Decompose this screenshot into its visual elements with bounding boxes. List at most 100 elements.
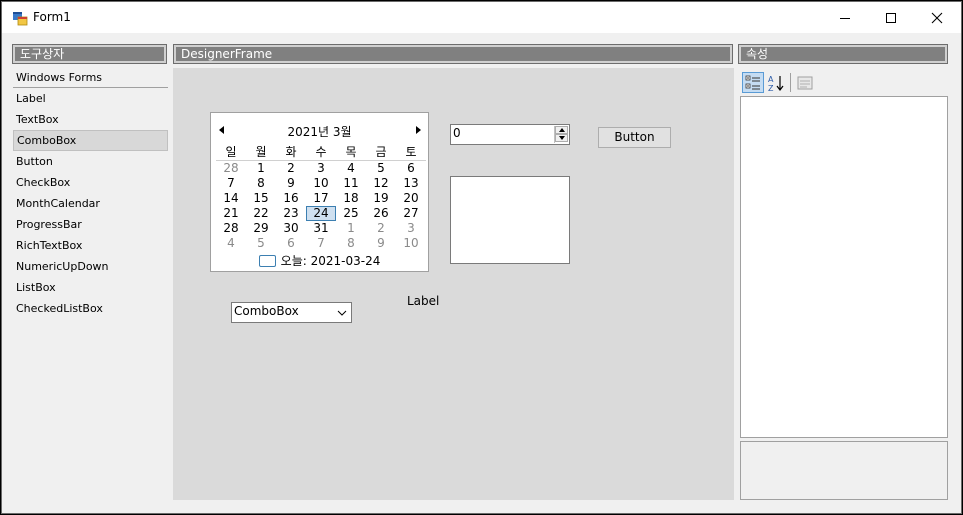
maximize-button[interactable] — [868, 2, 914, 33]
calendar-day[interactable]: 7 — [306, 236, 336, 251]
designer-header: DesignerFrame — [173, 44, 733, 64]
toolbox-item[interactable]: TextBox — [13, 109, 168, 130]
calendar-day[interactable]: 19 — [366, 191, 396, 206]
calendar-day[interactable]: 20 — [396, 191, 426, 206]
toolbox-item[interactable]: CheckedListBox — [13, 298, 168, 319]
toolbox-item[interactable]: NumericUpDown — [13, 256, 168, 277]
calendar-weekday-row: 일월화수목금토 — [216, 145, 426, 161]
calendar-day[interactable]: 16 — [276, 191, 306, 206]
property-grid[interactable] — [740, 96, 948, 438]
categorized-button[interactable] — [742, 72, 764, 93]
property-pages-button[interactable] — [794, 72, 816, 93]
calendar-day[interactable]: 3 — [306, 161, 336, 176]
svg-text:Z: Z — [768, 84, 774, 92]
calendar-day[interactable]: 9 — [366, 236, 396, 251]
toolbox-item[interactable]: Button — [13, 151, 168, 172]
calendar-day[interactable]: 5 — [246, 236, 276, 251]
title-bar[interactable]: Form1 — [2, 2, 961, 33]
numeric-value[interactable]: 0 — [453, 126, 461, 140]
minimize-icon — [840, 17, 850, 19]
alphabetical-button[interactable]: A Z — [765, 72, 787, 93]
numeric-updown[interactable]: 0 — [450, 124, 570, 145]
calendar-day[interactable]: 6 — [396, 161, 426, 176]
month-calendar[interactable]: 2021년 3월 일월화수목금토 28 1 2 3 4 5 6 7 8 9 10 11 12 13 14 15… — [210, 112, 429, 272]
property-description-pane — [740, 441, 948, 500]
calendar-today[interactable]: 오늘: 2021-03-24 — [211, 252, 428, 269]
calendar-day[interactable]: 1 — [246, 161, 276, 176]
window-title: Form1 — [33, 10, 71, 24]
toolbox-item[interactable]: RichTextBox — [13, 235, 168, 256]
calendar-day[interactable]: 22 — [246, 206, 276, 221]
calendar-day[interactable]: 7 — [216, 176, 246, 191]
calendar-day[interactable]: 2 — [366, 221, 396, 236]
calendar-day[interactable]: 28 — [216, 161, 246, 176]
calendar-day[interactable]: 25 — [336, 206, 366, 221]
calendar-weekday: 목 — [345, 145, 357, 159]
toolbox-item[interactable]: ListBox — [13, 277, 168, 298]
minimize-button[interactable] — [822, 2, 868, 33]
calendar-day[interactable]: 28 — [216, 221, 246, 236]
calendar-day[interactable]: 26 — [366, 206, 396, 221]
calendar-today-text: 오늘: 2021-03-24 — [280, 254, 381, 268]
calendar-day[interactable]: 29 — [246, 221, 276, 236]
form-label[interactable]: Label — [407, 294, 439, 308]
calendar-day[interactable]: 9 — [276, 176, 306, 191]
close-button[interactable] — [914, 2, 960, 33]
form-button[interactable]: Button — [598, 127, 671, 148]
calendar-day[interactable]: 8 — [336, 236, 366, 251]
arrow-up-icon — [558, 128, 565, 132]
combo-box[interactable]: ComboBox — [231, 302, 352, 323]
toolbox-item[interactable]: Label — [13, 88, 168, 109]
close-icon — [931, 12, 943, 23]
calendar-day[interactable]: 3 — [396, 221, 426, 236]
toolbox-item[interactable]: CheckBox — [13, 172, 168, 193]
spin-up-button[interactable] — [555, 126, 568, 134]
calendar-weekday: 일 — [225, 145, 237, 159]
calendar-day[interactable]: 6 — [276, 236, 306, 251]
calendar-day[interactable]: 23 — [276, 206, 306, 221]
calendar-day[interactable]: 10 — [396, 236, 426, 251]
toolbox-item[interactable]: ProgressBar — [13, 214, 168, 235]
calendar-grid: 일월화수목금토 28 1 2 3 4 5 6 7 8 9 10 11 12 13 14 15 16 17 18 19 2… — [216, 145, 426, 251]
calendar-month-title[interactable]: 2021년 3월 — [211, 123, 428, 140]
combo-box-value: ComboBox — [234, 304, 299, 318]
numeric-spin-buttons[interactable] — [554, 126, 568, 143]
calendar-day[interactable]: 10 — [306, 176, 336, 191]
toolbox-panel: Windows Forms Label TextBox ComboBox Button… — [13, 68, 168, 319]
calendar-day[interactable]: 21 — [216, 206, 246, 221]
calendar-week-row: 14 15 16 17 18 19 20 — [216, 191, 426, 206]
chevron-down-icon[interactable] — [337, 308, 347, 318]
arrow-down-icon — [558, 136, 565, 140]
calendar-day[interactable]: 2 — [276, 161, 306, 176]
toolbox-group-title[interactable]: Windows Forms — [13, 68, 168, 88]
calendar-weekday: 월 — [255, 145, 267, 159]
calendar-day[interactable]: 18 — [336, 191, 366, 206]
calendar-day[interactable]: 4 — [216, 236, 246, 251]
calendar-day[interactable]: 8 — [246, 176, 276, 191]
calendar-weekday: 금 — [375, 145, 387, 159]
calendar-week-row: 7 8 9 10 11 12 13 — [216, 176, 426, 191]
calendar-day[interactable]: 31 — [306, 221, 336, 236]
calendar-day[interactable]: 30 — [276, 221, 306, 236]
list-box[interactable] — [450, 176, 570, 264]
calendar-day[interactable]: 13 — [396, 176, 426, 191]
calendar-day-selected[interactable]: 24 — [306, 206, 336, 221]
toolbox-item[interactable]: MonthCalendar — [13, 193, 168, 214]
calendar-day[interactable]: 14 — [216, 191, 246, 206]
calendar-next-button[interactable] — [413, 125, 423, 135]
calendar-day[interactable]: 17 — [306, 191, 336, 206]
triangle-right-icon — [416, 126, 421, 134]
properties-header: 속성 — [738, 44, 948, 64]
calendar-day[interactable]: 12 — [366, 176, 396, 191]
toolbox-item[interactable]: ComboBox — [13, 130, 168, 151]
calendar-week-row: 28 1 2 3 4 5 6 — [216, 161, 426, 176]
maximize-icon — [886, 12, 896, 23]
calendar-day[interactable]: 5 — [366, 161, 396, 176]
calendar-day[interactable]: 4 — [336, 161, 366, 176]
spin-down-button[interactable] — [555, 134, 568, 142]
calendar-day[interactable]: 1 — [336, 221, 366, 236]
calendar-day[interactable]: 15 — [246, 191, 276, 206]
calendar-day[interactable]: 27 — [396, 206, 426, 221]
app-icon — [12, 10, 28, 26]
calendar-day[interactable]: 11 — [336, 176, 366, 191]
